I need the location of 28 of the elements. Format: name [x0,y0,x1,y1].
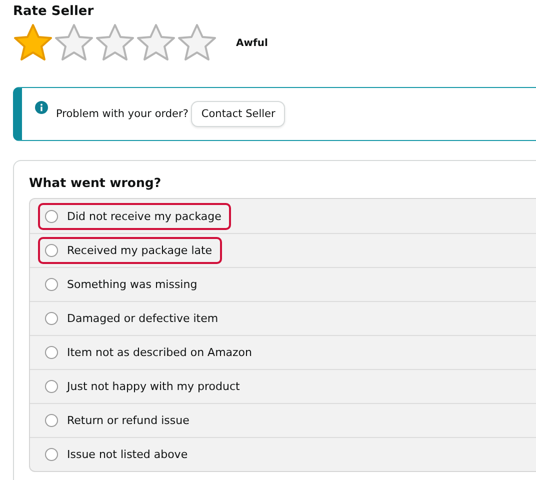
option-item[interactable]: Something was missing [38,271,208,298]
radio-button[interactable] [45,278,58,291]
rate-seller-title: Rate Seller [13,4,95,21]
option-item[interactable]: Return or refund issue [38,407,200,434]
radio-button[interactable] [45,380,58,393]
option-item[interactable]: Damaged or defective item [38,305,228,332]
filled-star-icon[interactable] [13,23,53,63]
radio-button[interactable] [45,448,58,461]
contact-seller-button[interactable]: Contact Seller [191,101,286,127]
star-rating[interactable] [13,23,217,63]
radio-button[interactable] [45,244,58,257]
radio-button[interactable] [45,346,58,359]
empty-star-icon[interactable] [177,23,217,63]
option-item[interactable]: Just not happy with my product [38,373,250,400]
option-item[interactable]: Item not as described on Amazon [38,339,262,366]
question-title: What went wrong? [29,175,162,192]
option-item[interactable]: Did not receive my package [38,202,232,230]
empty-star-icon[interactable] [54,23,94,63]
notice-text: Problem with your order? [56,108,188,120]
radio-button[interactable] [45,312,58,325]
option-item[interactable]: Received my package late [38,237,222,264]
option-item[interactable]: Issue not listed above [38,441,198,468]
radio-button[interactable] [45,414,58,427]
empty-star-icon[interactable] [136,23,176,63]
radio-button[interactable] [45,210,58,222]
rating-label: Awful [236,38,268,48]
empty-star-icon[interactable] [95,23,135,63]
info-icon [35,101,48,114]
